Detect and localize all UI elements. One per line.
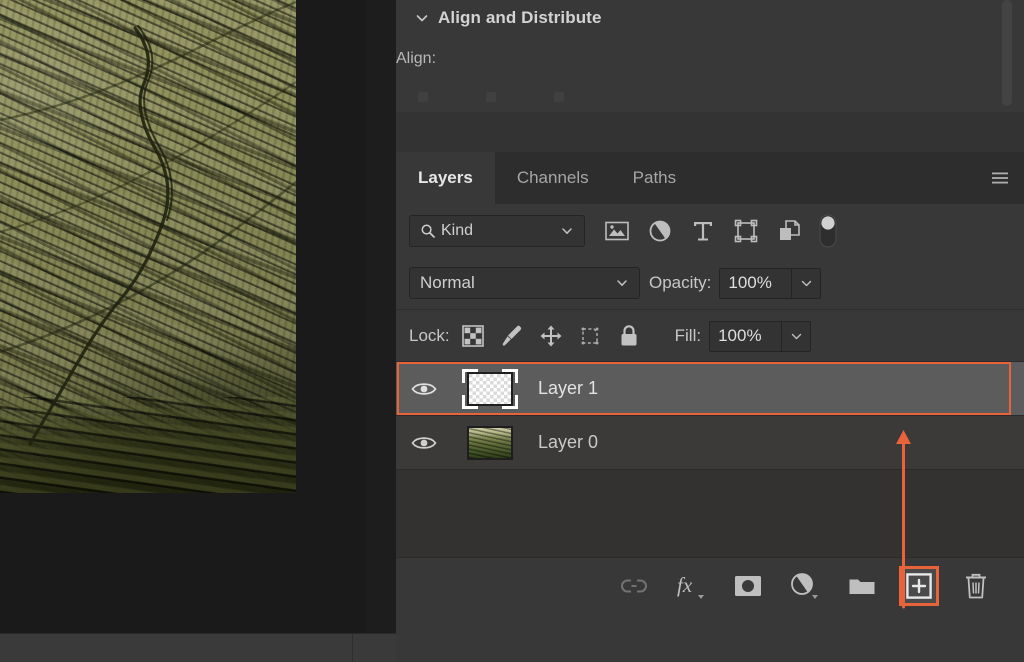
add-layer-mask-icon[interactable] [728,566,768,606]
align-panel-scrollbar-thumb[interactable] [1002,0,1012,106]
lock-transparent-pixels-icon[interactable] [460,323,486,349]
hamburger-menu-icon[interactable] [990,170,1010,186]
align-and-distribute-panel: Align and Distribute Align: [396,0,1024,153]
layer-style-fx-icon[interactable]: fx [671,566,711,606]
lock-position-icon[interactable] [538,323,564,349]
lock-row: Lock: [396,309,1024,362]
align-label: Align: [396,50,436,68]
document-canvas-area[interactable] [0,0,366,633]
link-layers-icon[interactable] [614,566,654,606]
layer-list[interactable]: Layer 1 Layer 0 [396,361,1024,558]
tab-layers-label: Layers [418,168,473,188]
lock-image-pixels-icon[interactable] [499,323,525,349]
tab-channels-label: Channels [517,168,589,188]
opacity-input[interactable]: 100% [719,268,792,299]
layer-thumbnail-cell[interactable] [452,423,528,463]
lock-label: Lock: [409,326,450,346]
right-dock: Align and Distribute Align: Layers Chann… [396,0,1024,662]
blend-mode-select[interactable]: Normal [409,267,640,299]
tab-paths[interactable]: Paths [611,152,698,204]
align-panel-header[interactable]: Align and Distribute [396,0,1024,36]
blend-mode-row: Normal Opacity: 100% [396,257,1024,309]
new-adjustment-layer-icon[interactable] [785,566,825,606]
panel-menu-button[interactable] [984,166,1016,190]
tab-channels[interactable]: Channels [495,152,611,204]
align-panel-title: Align and Distribute [438,8,602,28]
thumbnail-bracket-top-right [502,369,518,383]
pixel-layer-filter-icon[interactable] [603,217,631,245]
tractor-track-lines [0,0,296,493]
lock-all-icon[interactable] [616,323,642,349]
table-row[interactable]: Layer 0 [396,416,1024,470]
svg-text:fx: fx [677,573,693,597]
layer-visibility-toggle[interactable] [396,380,452,398]
opacity-stepper[interactable] [792,268,821,299]
opacity-label: Opacity: [649,273,711,293]
table-row[interactable]: Layer 1 [396,362,1024,416]
search-icon [420,223,436,239]
lock-icons [460,323,642,349]
new-group-icon[interactable] [842,566,882,606]
thumbnail-bracket-bottom-left [462,395,478,409]
chevron-down-icon [790,330,803,343]
photo-landscape-thumbnail [467,426,513,460]
chevron-down-icon [800,277,813,290]
eye-visible-icon [411,434,437,452]
layers-bottom-toolbar: fx [396,557,1024,614]
align-center-horizontal-button[interactable] [486,92,496,102]
tab-layers[interactable]: Layers [396,152,495,204]
tab-strip-filler [698,152,1024,204]
thumbnail-bracket-top-left [462,369,478,383]
chevron-down-icon[interactable] [615,276,629,290]
delete-layer-icon[interactable] [956,566,996,606]
layer-thumbnail[interactable] [462,423,518,463]
align-panel-body [396,112,1024,152]
layer-filter-row: Kind [396,204,1024,257]
align-right-button[interactable] [554,92,564,102]
chevron-down-icon[interactable] [414,10,430,26]
align-left-button[interactable] [418,92,428,102]
layers-panel: Layers Channels Paths [396,152,1024,662]
opacity-value: 100% [728,273,771,293]
layer-thumbnail[interactable] [462,369,518,409]
tab-paths-label: Paths [633,168,676,188]
layer-visibility-toggle[interactable] [396,434,452,452]
status-bar-divider [352,634,353,662]
layer-thumbnail-cell[interactable] [452,369,528,409]
photoshop-window: Align and Distribute Align: Layers Chann… [0,0,1024,662]
new-layer-icon[interactable] [899,566,939,606]
lock-artboard-nesting-icon[interactable] [577,323,603,349]
fill-label: Fill: [675,326,701,346]
layer-filter-kind-select[interactable]: Kind [409,215,585,247]
layer-name[interactable]: Layer 0 [538,432,598,453]
shape-layer-filter-icon[interactable] [732,217,760,245]
fill-input[interactable]: 100% [709,321,782,352]
fill-value: 100% [718,326,761,346]
panel-tab-strip: Layers Channels Paths [396,152,1024,204]
eye-visible-icon [411,380,437,398]
filter-enable-toggle[interactable] [819,214,837,248]
thumbnail-bracket-bottom-right [502,395,518,409]
dock-bottom-filler [396,614,1024,662]
smart-object-filter-icon[interactable] [775,217,803,245]
chevron-down-icon[interactable] [560,224,574,238]
layer-filter-type-icons [603,217,803,245]
document-status-bar [0,633,396,662]
blend-mode-value: Normal [420,273,615,293]
type-layer-filter-icon[interactable] [689,217,717,245]
adjustment-layer-filter-icon[interactable] [646,217,674,245]
align-buttons-row[interactable] [418,92,564,102]
layer-filter-kind-label: Kind [441,222,560,240]
canvas-image[interactable] [0,0,296,493]
layer-name[interactable]: Layer 1 [538,378,598,399]
fill-stepper[interactable] [782,321,811,352]
